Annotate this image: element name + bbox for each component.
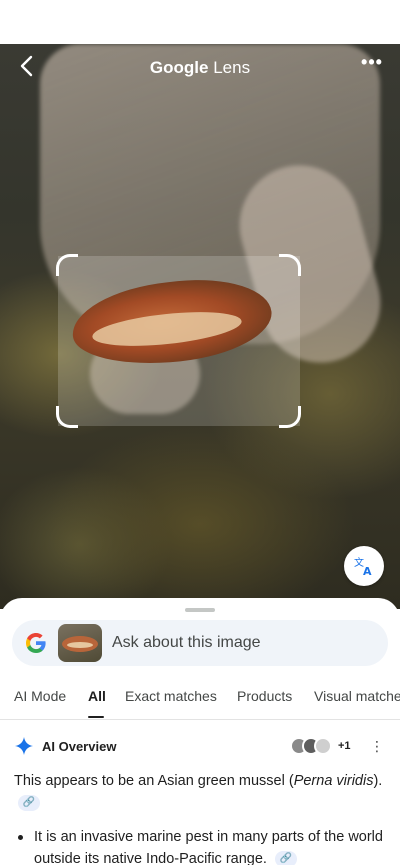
ai-sparkle-icon bbox=[15, 737, 33, 755]
ai-answer-bullet: It is an invasive marine pest in many pa… bbox=[14, 826, 386, 865]
results-sheet: Ask about this image AI Mode All Exact m… bbox=[0, 598, 400, 865]
translate-button[interactable]: 文 A bbox=[344, 546, 384, 586]
result-tabs: AI Mode All Exact matches Products Visua… bbox=[0, 686, 400, 720]
ai-overview-menu-button[interactable]: ⋮ bbox=[370, 736, 384, 756]
tab-products[interactable]: Products bbox=[237, 688, 292, 704]
page-title: Google Lens bbox=[0, 58, 400, 78]
query-image-thumbnail[interactable] bbox=[58, 624, 102, 662]
bullet-dot bbox=[18, 835, 23, 840]
top-bar: Google Lens ••• bbox=[0, 44, 400, 92]
search-placeholder: Ask about this image bbox=[112, 634, 261, 651]
source-avatar bbox=[314, 737, 332, 755]
crop-handle-top-left[interactable] bbox=[56, 254, 78, 276]
more-options-button[interactable]: ••• bbox=[358, 52, 386, 80]
svg-text:A: A bbox=[363, 565, 372, 577]
tab-ai-mode[interactable]: AI Mode bbox=[14, 688, 66, 704]
search-bar[interactable]: Ask about this image bbox=[12, 620, 388, 666]
translate-icon: 文 A bbox=[354, 556, 372, 577]
google-g-icon bbox=[26, 633, 46, 653]
citation-link-icon[interactable]: 🔗 bbox=[18, 795, 40, 812]
answer-prefix: This appears to be an Asian green mussel… bbox=[14, 773, 294, 789]
citation-link-icon[interactable]: 🔗 bbox=[274, 851, 297, 865]
source-avatars[interactable]: +1 bbox=[290, 736, 351, 756]
tab-all[interactable]: All bbox=[88, 688, 106, 704]
drag-handle[interactable] bbox=[185, 608, 215, 612]
bullet-text: It is an invasive marine pest in many pa… bbox=[34, 829, 383, 865]
tab-exact-matches[interactable]: Exact matches bbox=[125, 688, 217, 704]
answer-species: Perna viridis bbox=[293, 773, 374, 789]
active-tab-indicator bbox=[88, 716, 104, 718]
answer-suffix: ). bbox=[373, 773, 383, 789]
tab-visual-matches[interactable]: Visual matches bbox=[314, 688, 400, 704]
status-bar bbox=[0, 0, 400, 44]
ai-overview-label: AI Overview bbox=[42, 739, 117, 754]
source-count: +1 bbox=[338, 740, 351, 752]
title-google: Google bbox=[149, 58, 209, 77]
camera-view[interactable] bbox=[0, 44, 400, 609]
ai-answer-text: This appears to be an Asian green mussel… bbox=[14, 770, 386, 814]
title-lens: Lens bbox=[213, 58, 251, 77]
ai-overview-header: AI Overview +1 ⋮ bbox=[14, 736, 386, 758]
